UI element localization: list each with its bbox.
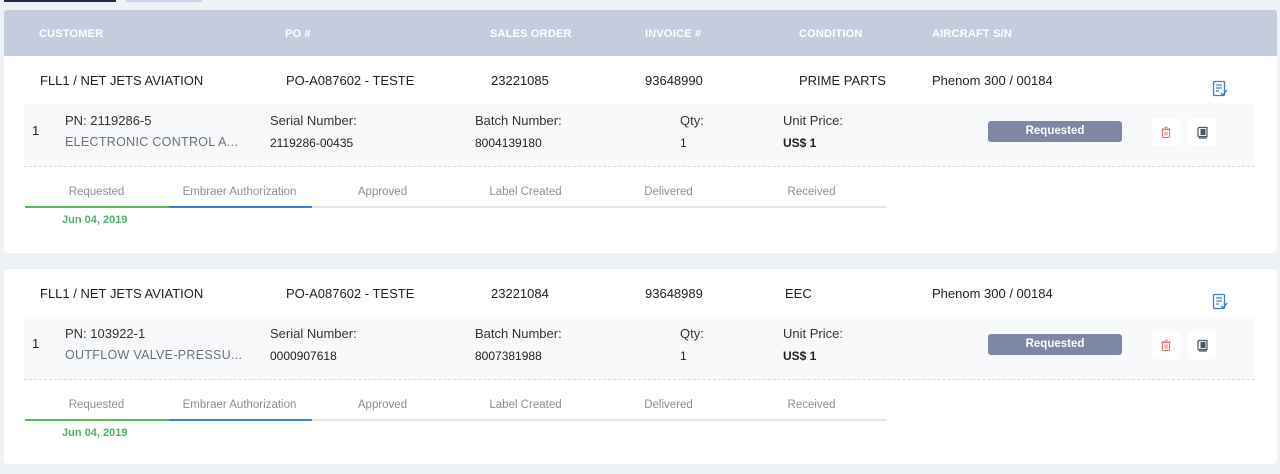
tab-indicator-active[interactable] [4, 0, 116, 2]
trash-icon [1161, 339, 1171, 351]
step-date: Jun 04, 2019 [62, 427, 128, 439]
batch-label: Batch Number: [475, 113, 562, 128]
serial-label: Serial Number: [270, 113, 357, 128]
order-card: FLL1 / NET JETS AVIATION PO-A087602 - TE… [4, 56, 1277, 253]
item-index: 1 [32, 123, 40, 138]
order-item: 1 PN: 2119286-5 ELECTRONIC CONTROL A... … [24, 103, 1255, 167]
step-embraer-authorization: Embraer Authorization [182, 186, 297, 198]
top-tabs [4, 0, 304, 2]
customer-value: FLL1 / NET JETS AVIATION [40, 286, 204, 301]
step-received: Received [787, 399, 836, 411]
qty-label: Qty: [680, 326, 704, 341]
serial-label: Serial Number: [270, 326, 357, 341]
batch-value: 8004139180 [475, 136, 542, 150]
col-invoice[interactable]: INVOICE # [645, 28, 701, 40]
serial-value: 2119286-00435 [270, 136, 354, 150]
step-date: Jun 04, 2019 [62, 214, 128, 226]
status-stepper: Requested Embraer Authorization Approved… [25, 399, 887, 421]
aircraft-value: Phenom 300 / 00184 [932, 286, 1053, 301]
delete-button[interactable] [1152, 331, 1180, 359]
step-progress-done [25, 206, 169, 208]
order-item: 1 PN: 103922-1 OUTFLOW VALVE-PRESSU... S… [24, 316, 1255, 380]
po-value: PO-A087602 - TESTE [286, 73, 415, 88]
condition-value: EEC [785, 286, 812, 301]
step-label-created: Label Created [489, 186, 562, 198]
step-requested: Requested [68, 399, 125, 411]
sales-order-value: 23221084 [491, 286, 549, 301]
book-icon [1196, 126, 1208, 139]
unit-price-value: US$ 1 [783, 349, 817, 363]
part-description[interactable]: OUTFLOW VALVE-PRESSU... [65, 348, 242, 362]
qty-value: 1 [680, 136, 687, 150]
batch-label: Batch Number: [475, 326, 562, 341]
serial-value: 0000907618 [270, 349, 337, 363]
status-badge: Requested [988, 121, 1122, 142]
invoice-value: 93648989 [645, 286, 703, 301]
col-customer[interactable]: CUSTOMER [39, 28, 103, 40]
sales-order-value: 23221085 [491, 73, 549, 88]
step-delivered: Delivered [644, 399, 693, 411]
document-list-icon[interactable] [1211, 80, 1229, 98]
document-list-icon[interactable] [1211, 293, 1229, 311]
details-button[interactable] [1188, 331, 1216, 359]
item-index: 1 [32, 336, 40, 351]
step-requested: Requested [68, 186, 125, 198]
qty-label: Qty: [680, 113, 704, 128]
details-button[interactable] [1188, 118, 1216, 146]
batch-value: 8007381988 [475, 349, 542, 363]
part-description[interactable]: ELECTRONIC CONTROL A... [65, 135, 238, 149]
status-stepper: Requested Embraer Authorization Approved… [25, 186, 887, 208]
unit-price-label: Unit Price: [783, 326, 843, 341]
col-condition[interactable]: CONDITION [799, 28, 863, 40]
book-icon [1196, 339, 1208, 352]
invoice-value: 93648990 [645, 73, 703, 88]
col-aircraft[interactable]: AIRCRAFT S/N [932, 28, 1012, 40]
step-label-created: Label Created [489, 399, 562, 411]
step-approved: Approved [357, 186, 408, 198]
step-received: Received [787, 186, 836, 198]
part-number: PN: 2119286-5 [65, 113, 152, 128]
status-badge: Requested [988, 334, 1122, 355]
trash-icon [1161, 126, 1171, 138]
order-card: FLL1 / NET JETS AVIATION PO-A087602 - TE… [4, 269, 1277, 464]
aircraft-value: Phenom 300 / 00184 [932, 73, 1053, 88]
step-progress-done [25, 419, 169, 421]
col-sales-order[interactable]: SALES ORDER [490, 28, 572, 40]
part-number: PN: 103922-1 [65, 326, 146, 341]
unit-price-label: Unit Price: [783, 113, 843, 128]
condition-value: PRIME PARTS [799, 73, 886, 88]
table-header: CUSTOMER PO # SALES ORDER INVOICE # COND… [4, 10, 1277, 56]
step-progress-current [169, 419, 312, 421]
step-delivered: Delivered [644, 186, 693, 198]
tab-indicator-inactive[interactable] [126, 0, 202, 2]
delete-button[interactable] [1152, 118, 1180, 146]
step-progress-current [169, 206, 312, 208]
customer-value: FLL1 / NET JETS AVIATION [40, 73, 204, 88]
qty-value: 1 [680, 349, 687, 363]
po-value: PO-A087602 - TESTE [286, 286, 415, 301]
step-approved: Approved [357, 399, 408, 411]
unit-price-value: US$ 1 [783, 136, 817, 150]
col-po[interactable]: PO # [285, 28, 311, 40]
step-embraer-authorization: Embraer Authorization [182, 399, 297, 411]
